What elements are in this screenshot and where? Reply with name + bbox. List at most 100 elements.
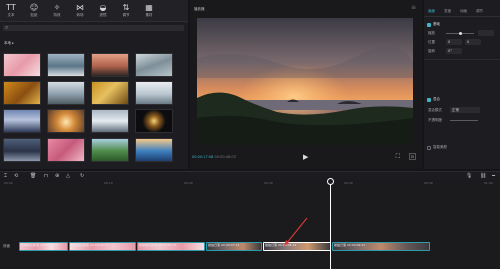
tool-label: 调节 bbox=[122, 13, 130, 17]
media-thumbnail-clouds[interactable] bbox=[135, 81, 173, 105]
media-thumbnail-golden-tree[interactable] bbox=[91, 81, 129, 105]
tool-label: 素材 bbox=[145, 13, 153, 17]
aspect-ratio-button[interactable]: ⊡ bbox=[408, 153, 416, 160]
effects-icon: ✧ bbox=[53, 3, 61, 12]
tool-transition[interactable]: ⋈ 转场 bbox=[71, 3, 89, 20]
smart-checkbox[interactable] bbox=[427, 146, 431, 150]
media-thumbnail-pink-forest[interactable] bbox=[47, 138, 85, 162]
tool-sticker[interactable]: ☺ 贴纸 bbox=[25, 3, 43, 20]
media-thumbnail-fuji[interactable] bbox=[3, 109, 41, 133]
sunset-landscape-image bbox=[197, 18, 413, 145]
playhead-handle[interactable] bbox=[327, 178, 334, 185]
tool-label: 文本 bbox=[7, 13, 15, 17]
select-icon[interactable]: ⌶ bbox=[4, 172, 7, 180]
media-toolbar: TT 文本 ☺ 贴纸 ✧ 特效 ⋈ 转场 ◒ 滤镜 ⇅ 调节 ▦ 素材 bbox=[0, 0, 188, 22]
media-thumbnail-beach[interactable] bbox=[135, 138, 173, 162]
tool-text[interactable]: TT 文本 bbox=[2, 3, 20, 20]
microphone-icon[interactable]: 🎙 bbox=[466, 172, 472, 180]
zoom-slider-icon[interactable]: ━ bbox=[492, 172, 495, 180]
scale-slider-handle[interactable] bbox=[459, 32, 462, 35]
media-thumbnail-city[interactable] bbox=[3, 138, 41, 162]
tool-effects[interactable]: ✧ 特效 bbox=[48, 3, 66, 20]
more-icon[interactable]: ≡ bbox=[411, 4, 416, 11]
split-icon[interactable]: ⊓ bbox=[44, 172, 48, 180]
clip-label: 航拍日落 00:00:07:14 bbox=[208, 243, 240, 247]
tool-label: 贴纸 bbox=[30, 13, 38, 17]
tab-picture[interactable]: 画面 bbox=[428, 9, 435, 14]
properties-panel: 画面 变速 动画 调节 基础 缩放 位置 0 0 旋转 0° 混合 混合模式 正… bbox=[424, 0, 500, 169]
search-input[interactable]: ⌕ bbox=[3, 24, 184, 31]
cover-button[interactable]: 封面 bbox=[3, 244, 10, 249]
blend-checkbox[interactable] bbox=[427, 98, 431, 102]
search-icon: ⌕ bbox=[5, 24, 9, 31]
tick-label: 00:10 bbox=[104, 181, 113, 185]
scale-value[interactable] bbox=[478, 30, 494, 36]
rotation-input[interactable]: 0° bbox=[446, 48, 462, 54]
media-thumbnail-seaside[interactable] bbox=[47, 53, 85, 77]
basic-checkbox[interactable] bbox=[427, 23, 431, 27]
tool-filter[interactable]: ◒ 滤镜 bbox=[94, 3, 112, 20]
blend-mode-select[interactable]: 正常 bbox=[450, 107, 480, 113]
tick-label: 01:00 bbox=[484, 181, 493, 185]
section-basic: 基础 bbox=[433, 22, 440, 26]
clip-label: 粉嫩樱花飘落 00:00:07:09 bbox=[21, 243, 59, 247]
label-opacity: 不透明度 bbox=[428, 118, 442, 122]
video-frame[interactable] bbox=[197, 18, 413, 145]
tool-library[interactable]: ▦ 素材 bbox=[140, 3, 158, 20]
media-thumbnail-snow-peak[interactable] bbox=[91, 109, 129, 133]
undo-icon[interactable]: ⟲ bbox=[14, 172, 18, 180]
fullscreen-icon[interactable]: ⛶ bbox=[396, 153, 400, 161]
timeline-clip[interactable]: 航拍日落 00:00:09:21 bbox=[332, 242, 430, 251]
tab-speed[interactable]: 变速 bbox=[444, 9, 451, 14]
tick-label: 00:50 bbox=[424, 181, 433, 185]
tool-label: 滤镜 bbox=[99, 13, 107, 17]
label-rotation: 旋转 bbox=[428, 49, 435, 53]
current-time: 00:00:17:08 bbox=[192, 155, 214, 159]
position-y-input[interactable]: 0 bbox=[465, 39, 481, 45]
section-smart: 智能美颜 bbox=[433, 145, 447, 149]
playhead-line[interactable] bbox=[330, 180, 331, 269]
timeline-clip[interactable]: 粉嫩樱花飘落 00:00:07:09 bbox=[19, 242, 68, 251]
text-icon: TT bbox=[6, 3, 16, 12]
media-local-tab[interactable]: 本地 ▸ bbox=[4, 41, 14, 46]
link-icon[interactable]: ⛓ bbox=[480, 172, 486, 180]
label-scale: 缩放 bbox=[428, 31, 435, 35]
tick-label: 00:30 bbox=[264, 181, 273, 185]
media-thumbnail-waves[interactable] bbox=[135, 53, 173, 77]
media-thumbnail-sunset[interactable] bbox=[91, 53, 129, 77]
timeline-toolbar: ⌶ ⟲ 🗑 ⊓ ⊕ △ ↻ 🎙 ⛓ ━ bbox=[0, 171, 500, 180]
tab-adjust[interactable]: 调节 bbox=[476, 9, 483, 14]
freeze-icon[interactable]: △ bbox=[66, 172, 70, 180]
timeline[interactable]: 00:00 00:10 00:20 00:30 00:40 00:50 01:0… bbox=[0, 178, 500, 269]
library-icon: ▦ bbox=[145, 3, 153, 12]
media-thumbnail-cherry[interactable] bbox=[3, 53, 41, 77]
clip-label: 粉嫩樱花飘落 00:00:06:13 bbox=[139, 243, 177, 247]
position-x-input[interactable]: 0 bbox=[446, 39, 462, 45]
tool-label: 特效 bbox=[53, 13, 61, 17]
media-thumbnail-green-field[interactable] bbox=[91, 138, 129, 162]
media-thumbnail-autumn[interactable] bbox=[3, 81, 41, 105]
opacity-slider[interactable] bbox=[450, 120, 478, 121]
annotation-arrow bbox=[284, 217, 308, 246]
timeline-clip[interactable]: 粉嫩樱花飘落 00:00:08:11 bbox=[69, 242, 136, 251]
play-button[interactable]: ▶ bbox=[303, 153, 308, 161]
divider bbox=[424, 16, 500, 17]
media-thumbnail-mountain-sky[interactable] bbox=[47, 81, 85, 105]
rotate-icon[interactable]: ↻ bbox=[80, 172, 84, 180]
timeline-clip[interactable]: 粉嫩樱花飘落 00:00:06:13 bbox=[137, 242, 205, 251]
media-library: ⌕ 本地 ▸ bbox=[0, 22, 188, 169]
adjust-icon: ⇅ bbox=[122, 3, 130, 12]
media-thumbnail-fireworks[interactable] bbox=[135, 109, 173, 133]
label-position: 位置 bbox=[428, 40, 435, 44]
tool-adjust[interactable]: ⇅ 调节 bbox=[117, 3, 135, 20]
timecode-display: 00:00:17:08 00:00:46:03 bbox=[192, 155, 236, 159]
timeline-clip[interactable]: 航拍日落 00:00:07:14 bbox=[206, 242, 262, 251]
zoom-icon[interactable]: ⊕ bbox=[55, 172, 59, 180]
media-thumbnail-bright-sky[interactable] bbox=[47, 109, 85, 133]
delete-icon[interactable]: 🗑 bbox=[30, 172, 36, 180]
clip-label: 粉嫩樱花飘落 00:00:08:11 bbox=[71, 243, 109, 247]
label-blend-mode: 混合模式 bbox=[428, 108, 442, 112]
tick-label: 00:20 bbox=[184, 181, 193, 185]
divider bbox=[424, 59, 500, 60]
tab-animation[interactable]: 动画 bbox=[460, 9, 467, 14]
